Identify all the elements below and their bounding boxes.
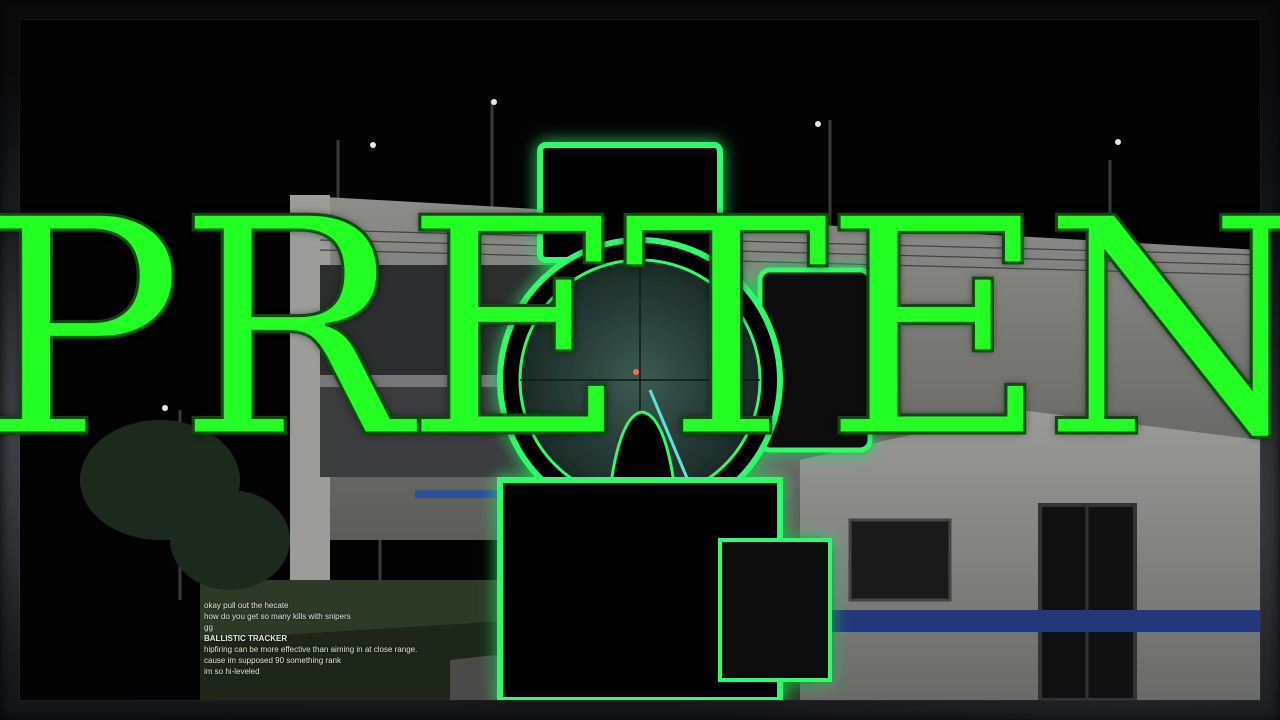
window bbox=[848, 518, 952, 602]
chat-log: okay pull out the hecate how do you get … bbox=[204, 600, 504, 677]
chat-line: BALLISTIC TRACKER bbox=[204, 634, 288, 643]
thumbnail-title: PRETEND bbox=[0, 155, 1280, 504]
chat-line: hipfiring can be more effective than aim… bbox=[204, 645, 418, 654]
chat-line: cause im supposed 90 something rank bbox=[204, 656, 341, 665]
chat-line: okay pull out the hecate bbox=[204, 601, 289, 610]
game-thumbnail: okay pull out the hecate how do you get … bbox=[0, 0, 1280, 720]
chat-line: gg bbox=[204, 623, 213, 632]
chat-line: im so hi-leveled bbox=[204, 667, 260, 676]
right-blue-stripe bbox=[800, 610, 1260, 632]
rifle-grip bbox=[718, 538, 832, 682]
chat-line: how do you get so many kills with sniper… bbox=[204, 612, 351, 621]
